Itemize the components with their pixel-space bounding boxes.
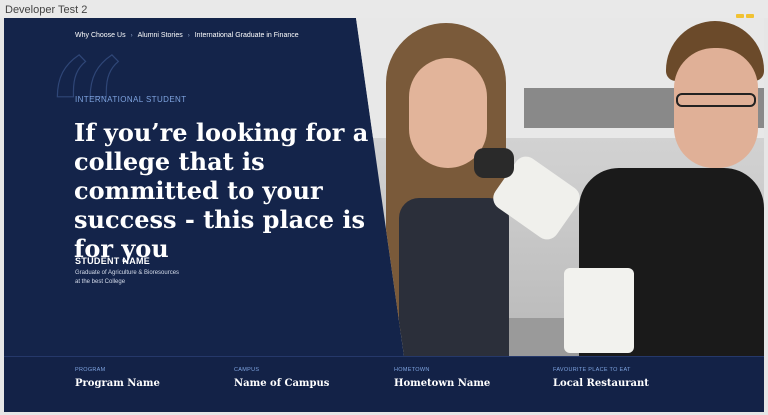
info-program: PROGRAM Program Name: [75, 367, 160, 389]
breadcrumb-link-alumni-stories[interactable]: Alumni Stories: [138, 32, 183, 39]
info-favourite-place: FAVOURITE PLACE TO EAT Local Restaurant: [553, 367, 649, 389]
chevron-right-icon: ›: [187, 33, 190, 39]
eyebrow-label: INTERNATIONAL STUDENT: [75, 95, 187, 104]
student-desc-line: Graduate of Agriculture & Bioresources: [75, 270, 180, 276]
window-controls[interactable]: [734, 6, 764, 18]
info-value: Name of Campus: [234, 378, 330, 389]
breadcrumb-current: International Graduate in Finance: [194, 32, 299, 39]
info-value: Local Restaurant: [553, 378, 649, 389]
info-hometown: HOMETOWN Hometown Name: [394, 367, 490, 389]
info-label: FAVOURITE PLACE TO EAT: [553, 367, 631, 373]
info-label: CAMPUS: [234, 367, 260, 373]
student-description: Graduate of Agriculture & Bioresources a…: [75, 269, 235, 287]
chevron-right-icon: ›: [130, 33, 133, 39]
info-campus: CAMPUS Name of Campus: [234, 367, 329, 389]
hero-section: Why Choose Us › Alumni Stories › Internation…: [4, 18, 764, 412]
testimonial-quote: If you’re looking for a college that is …: [74, 118, 369, 263]
window-titlebar: Developer Test 2: [0, 0, 768, 18]
info-label: PROGRAM: [75, 367, 106, 373]
student-desc-line: at the best College: [75, 279, 126, 285]
info-label: HOMETOWN: [394, 367, 430, 373]
student-info-bar: PROGRAM Program Name CAMPUS Name of Camp…: [4, 356, 764, 412]
info-value: Hometown Name: [394, 378, 491, 389]
student-name: STUDENT NAME: [75, 256, 151, 266]
info-value: Program Name: [75, 378, 160, 389]
window-title: Developer Test 2: [5, 4, 88, 16]
